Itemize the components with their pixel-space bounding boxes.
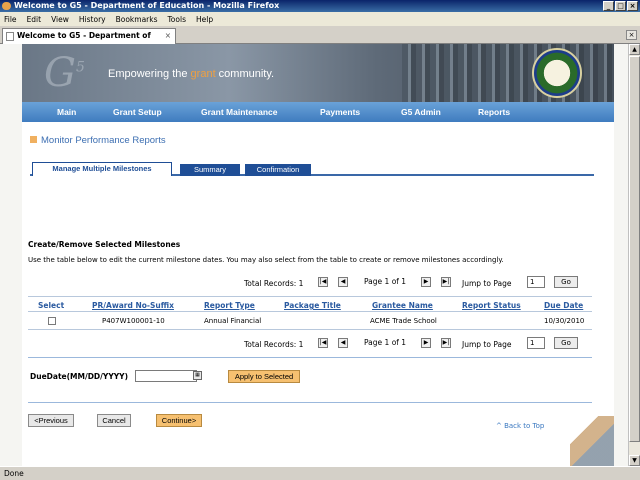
menu-help[interactable]: Help (196, 15, 213, 24)
menu-bookmarks[interactable]: Bookmarks (116, 15, 158, 24)
window-title: Welcome to G5 - Department of Education … (14, 1, 280, 10)
next-page-icon[interactable]: ▶ (421, 277, 431, 287)
nav-payments[interactable]: Payments (320, 107, 360, 117)
nav-grant-setup[interactable]: Grant Setup (113, 107, 162, 117)
tab-summary[interactable]: Summary (180, 164, 240, 176)
cell-due-date: 10/30/2010 (544, 317, 585, 325)
previous-button[interactable]: <Previous (28, 414, 74, 427)
firefox-icon (2, 2, 11, 10)
prev-page-icon[interactable]: ◀ (338, 277, 348, 287)
pager-top: Total Records: 1 |◀ ◀ Page 1 of 1 ▶ ▶| J… (22, 276, 614, 290)
jump-to-page-label: Jump to Page (462, 340, 512, 349)
cell-grantee: ACME Trade School (370, 317, 437, 325)
menu-edit[interactable]: Edit (27, 15, 42, 24)
apply-to-selected-button[interactable]: Apply to Selected (228, 370, 300, 383)
divider (28, 402, 592, 403)
site-banner: G5 Empowering the grant community. (22, 44, 614, 102)
nav-grant-maintenance[interactable]: Grant Maintenance (201, 107, 278, 117)
header-select: Select (38, 301, 65, 310)
menu-view[interactable]: View (51, 15, 69, 24)
cancel-button[interactable]: Cancel (97, 414, 131, 427)
tab-confirmation[interactable]: Confirmation (245, 164, 311, 176)
jump-to-page-input[interactable]: 1 (527, 276, 545, 288)
header-grantee[interactable]: Grantee Name (372, 301, 433, 310)
browser-tab[interactable]: Welcome to G5 - Department of Educ... × (2, 28, 176, 54)
nav-g5-admin[interactable]: G5 Admin (401, 107, 441, 117)
calendar-icon[interactable]: ▦ (193, 371, 202, 380)
page-icon (6, 32, 14, 41)
jump-to-page-input[interactable]: 1 (527, 337, 545, 349)
nav-main[interactable]: Main (57, 107, 76, 117)
table-row: P407W100001-10 Annual Financial ACME Tra… (28, 312, 592, 330)
header-report-type[interactable]: Report Type (204, 301, 255, 310)
pager-bottom: Total Records: 1 |◀ ◀ Page 1 of 1 ▶ ▶| J… (22, 337, 614, 351)
tab-manage-multiple-milestones[interactable]: Manage Multiple Milestones (32, 162, 172, 176)
total-records: Total Records: 1 (244, 340, 304, 349)
next-page-icon[interactable]: ▶ (421, 338, 431, 348)
close-tab-button[interactable]: × (626, 30, 637, 40)
subtab-strip: Manage Multiple Milestones Summary Confi… (30, 162, 594, 176)
go-button[interactable]: Go (554, 276, 578, 288)
last-page-icon[interactable]: ▶| (441, 338, 451, 348)
first-page-icon[interactable]: |◀ (318, 277, 328, 287)
banner-library-image (402, 44, 614, 102)
nav-reports[interactable]: Reports (478, 107, 510, 117)
status-bar: Done (0, 466, 640, 480)
web-page: G5 Empowering the grant community. Main … (22, 44, 614, 466)
header-due-date[interactable]: Due Date (544, 301, 583, 310)
header-award[interactable]: PR/Award No-Suffix (92, 301, 174, 310)
scroll-thumb[interactable] (629, 56, 640, 442)
table-header: Select PR/Award No-Suffix Report Type Pa… (28, 296, 592, 312)
continue-button[interactable]: Continue> (156, 414, 202, 427)
header-report-status[interactable]: Report Status (462, 301, 521, 310)
g5-logo: G5 (44, 50, 85, 96)
jump-to-page-label: Jump to Page (462, 279, 512, 288)
corner-decoration-image (570, 416, 614, 466)
section-heading: Create/Remove Selected Milestones (28, 240, 181, 249)
prev-page-icon[interactable]: ◀ (338, 338, 348, 348)
window-titlebar: Welcome to G5 - Department of Education … (0, 0, 640, 12)
department-seal (532, 48, 582, 98)
row-select-checkbox[interactable] (48, 317, 56, 325)
vertical-scrollbar[interactable]: ▲ ▼ (628, 44, 640, 466)
minimize-button[interactable]: _ (603, 1, 614, 11)
tab-bar: Welcome to G5 - Department of Educ... × … (0, 26, 640, 54)
instructions-text: Use the table below to edit the current … (28, 256, 504, 264)
menu-tools[interactable]: Tools (168, 15, 186, 24)
total-records: Total Records: 1 (244, 279, 304, 288)
scroll-down-icon[interactable]: ▼ (629, 455, 640, 466)
section-bullet-icon (30, 136, 37, 143)
header-package-title[interactable]: Package Title (284, 301, 341, 310)
page-title: Monitor Performance Reports (30, 135, 166, 146)
duedate-input[interactable] (135, 370, 197, 382)
page-of: Page 1 of 1 (364, 277, 407, 286)
cell-award: P407W100001-10 (102, 317, 165, 325)
main-nav: Main Grant Setup Grant Maintenance Payme… (22, 102, 614, 122)
banner-tagline: Empowering the grant community. (108, 68, 275, 80)
cell-report-type: Annual Financial (204, 317, 262, 325)
back-to-top-link[interactable]: ^ Back to Top (496, 422, 544, 430)
page-of: Page 1 of 1 (364, 338, 407, 347)
menu-bar: File Edit View History Bookmarks Tools H… (0, 12, 640, 26)
duedate-label: DueDate(MM/DD/YYYY) (30, 372, 129, 381)
divider (28, 357, 592, 358)
menu-history[interactable]: History (79, 15, 106, 24)
scroll-up-icon[interactable]: ▲ (629, 44, 640, 55)
tab-close-icon[interactable]: × (165, 29, 171, 43)
menu-file[interactable]: File (4, 15, 17, 24)
browser-viewport: G5 Empowering the grant community. Main … (0, 44, 628, 466)
first-page-icon[interactable]: |◀ (318, 338, 328, 348)
go-button[interactable]: Go (554, 337, 578, 349)
close-window-button[interactable]: × (627, 1, 638, 11)
last-page-icon[interactable]: ▶| (441, 277, 451, 287)
status-text: Done (4, 469, 24, 478)
maximize-button[interactable]: □ (615, 1, 626, 11)
